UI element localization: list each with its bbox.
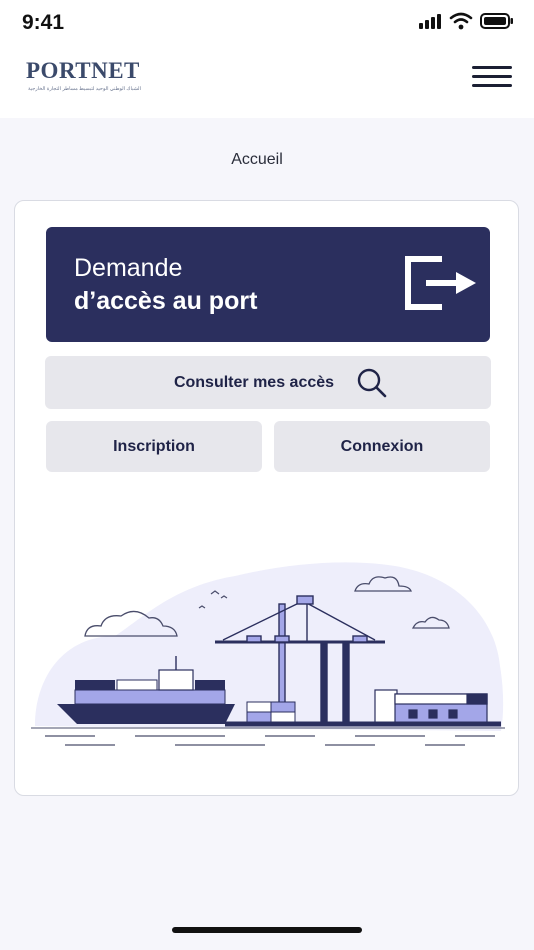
status-bar: 9:41 [0,0,534,48]
signal-icon [419,14,441,29]
status-time: 9:41 [22,11,65,34]
status-icons [418,12,514,30]
wifi-icon [449,12,473,30]
app-header: PORTNET الشباك الوطني الوحيد لتبسيط مساط… [0,48,534,118]
menu-icon [472,66,512,87]
register-label: Inscription [113,437,195,455]
page-title: Accueil [231,151,283,168]
logo-text: PORTNET [26,58,140,83]
warehouse-icon [374,689,488,725]
menu-button[interactable] [472,66,512,92]
consult-access-button[interactable]: Consulter mes accès [45,356,491,409]
login-button[interactable]: Connexion [274,421,490,472]
hero-title-line1: Demande [74,254,183,282]
battery-icon [480,13,513,29]
exit-arrow-icon [405,256,476,310]
search-icon [357,368,387,397]
login-label: Connexion [340,437,424,455]
main-card: Demande d’accès au port Consulter mes ac… [14,200,519,796]
port-illustration [31,562,505,746]
portnet-logo[interactable]: PORTNET الشباك الوطني الوحيد لتبسيط مساط… [26,58,146,98]
consult-access-label: Consulter mes accès [173,373,335,391]
port-access-request-button[interactable]: Demande d’accès au port [46,227,490,342]
register-button[interactable]: Inscription [46,421,262,472]
water-lines [45,735,495,746]
logo-subtitle: الشباك الوطني الوحيد لتبسيط مساطر التجار… [28,86,141,92]
home-indicator[interactable] [172,927,362,933]
containers-icon [246,701,296,723]
hero-title-line2: d’accès au port [74,287,258,315]
